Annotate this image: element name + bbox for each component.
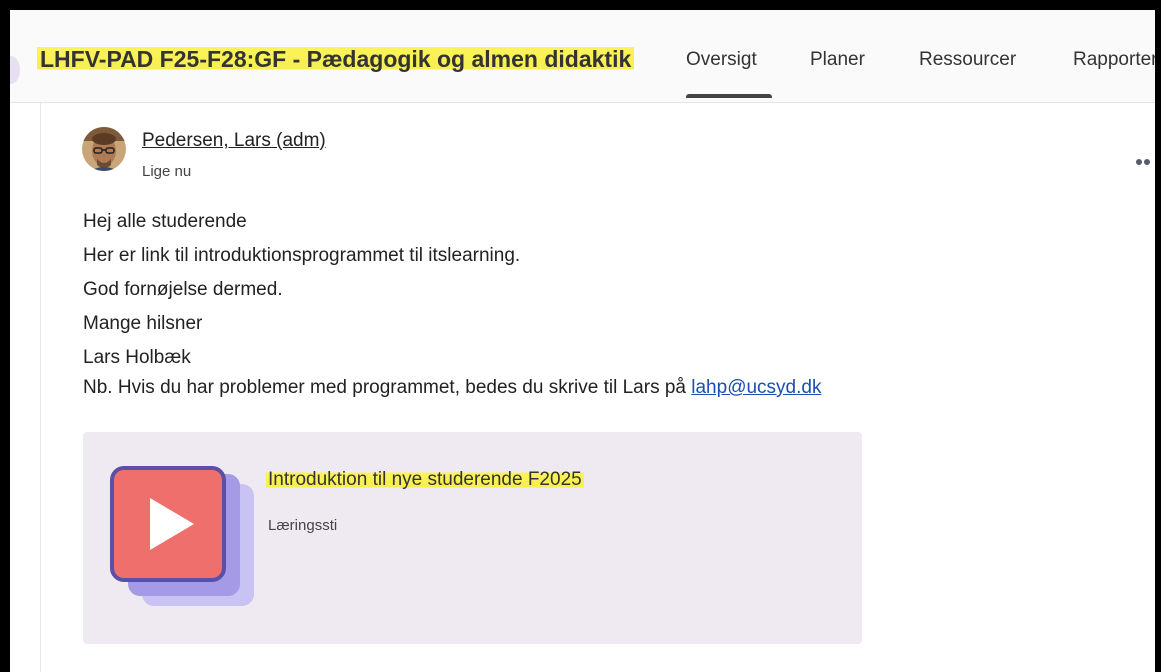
author-photo (82, 127, 126, 171)
tab-ressourcer[interactable]: Ressourcer (919, 46, 1016, 74)
email-link[interactable]: lahp@ucsyd.dk (691, 377, 821, 398)
avatar[interactable] (82, 127, 126, 171)
card-type-label: Læringssti (268, 517, 338, 534)
post-line: Lars Holbæk (83, 347, 191, 368)
active-tab-indicator (686, 94, 772, 98)
course-title: LHFV-PAD F25-F28:GF - Pædagogik og almen… (37, 44, 635, 74)
card-title-link[interactable]: Introduktion til nye studerende F2025 (266, 469, 584, 491)
post-line: God fornøjelse dermed. (83, 279, 283, 300)
tab-oversigt[interactable]: Oversigt (686, 46, 757, 74)
author-name-link[interactable]: Pedersen, Lars (adm) (142, 130, 326, 152)
more-dots-icon[interactable] (1136, 152, 1152, 170)
frame-right (1155, 0, 1161, 672)
frame-top (0, 0, 1161, 10)
tab-planer[interactable]: Planer (810, 46, 865, 74)
course-avatar (10, 56, 20, 84)
post-line: Hej alle studerende (83, 211, 247, 232)
tab-rapporter[interactable]: Rapporter (1073, 46, 1155, 74)
contact-text: Nb. Hvis du har problemer med programmet… (83, 377, 692, 398)
course-header: LHFV-PAD F25-F28:GF - Pædagogik og almen… (10, 10, 1155, 103)
frame-left (0, 0, 10, 672)
post-timestamp: Lige nu (142, 163, 192, 180)
post-line: Mange hilsner (83, 313, 203, 334)
post-line: Her er link til introduktionsprogrammet … (83, 245, 521, 266)
post-line-contact: Nb. Hvis du har problemer med programmet… (83, 377, 821, 399)
play-icon[interactable] (110, 466, 256, 612)
